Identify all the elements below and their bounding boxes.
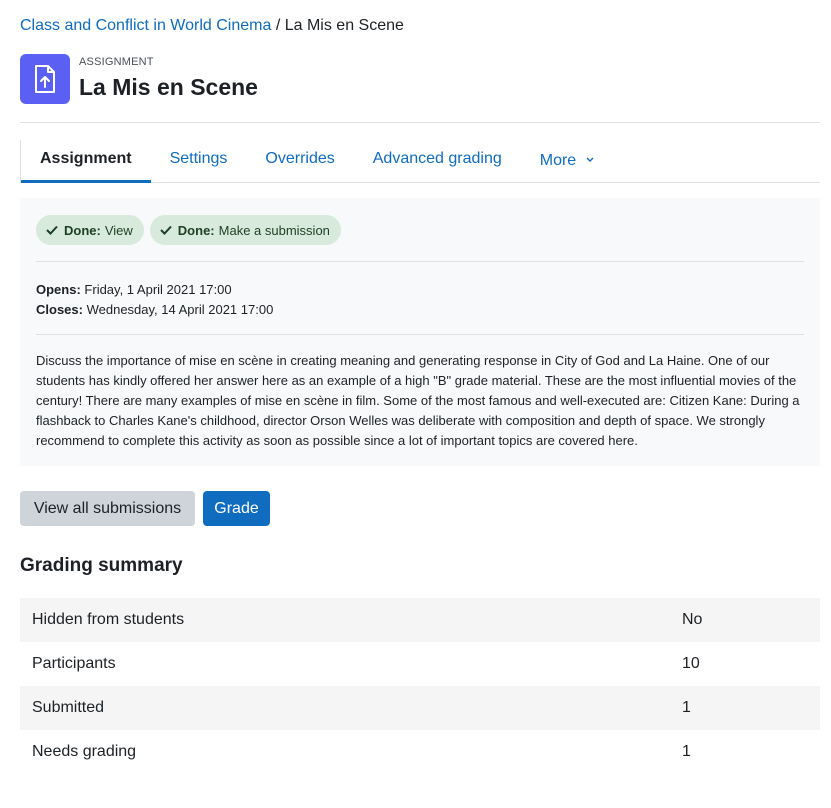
row-value: No <box>682 611 703 628</box>
tab-label: Settings <box>169 150 228 167</box>
closes-value: Wednesday, 14 April 2021 17:00 <box>86 302 274 317</box>
tab-assignment[interactable]: Assignment <box>20 140 151 183</box>
header-divider <box>20 122 820 123</box>
activity-dates: Opens: Friday, 1 April 2021 17:00 Closes… <box>36 280 273 320</box>
completion-badge-submission: Done: Make a submission <box>149 215 341 245</box>
table-row: Needs grading 1 <box>20 730 820 774</box>
page-header: ASSIGNMENT La Mis en Scene <box>79 56 258 102</box>
table-row: Hidden from students No <box>20 598 820 642</box>
closes-date: Closes: Wednesday, 14 April 2021 17:00 <box>36 300 273 320</box>
row-value: 10 <box>682 655 700 672</box>
completion-badge-view: Done: View <box>36 215 144 245</box>
tab-overrides[interactable]: Overrides <box>246 140 353 182</box>
table-row: Participants 10 <box>20 642 820 686</box>
tab-settings[interactable]: Settings <box>151 140 247 182</box>
tab-more[interactable]: More <box>521 140 613 182</box>
row-value: 1 <box>682 699 691 716</box>
tab-advanced-grading[interactable]: Advanced grading <box>354 140 521 182</box>
page-title: La Mis en Scene <box>79 74 258 100</box>
assignment-upload-icon <box>20 54 70 104</box>
opens-value: Friday, 1 April 2021 17:00 <box>84 282 232 297</box>
tab-label: Assignment <box>40 150 132 167</box>
activity-type-label: ASSIGNMENT <box>79 56 154 68</box>
tab-label: Advanced grading <box>372 150 502 167</box>
chevron-down-icon <box>586 149 594 169</box>
secondary-navigation: Assignment Settings Overrides Advanced g… <box>20 140 820 183</box>
completion-label: Done: <box>64 222 101 238</box>
table-row: Submitted 1 <box>20 686 820 730</box>
activity-information: Done: View Done: Make a submission Opens… <box>20 198 820 466</box>
row-label: Needs grading <box>32 743 137 760</box>
check-icon <box>160 225 172 235</box>
completion-text: View <box>104 222 133 238</box>
assignment-description: Discuss the importance of mise en scène … <box>36 353 800 448</box>
opens-label: Opens: <box>36 282 81 297</box>
breadcrumb-current: La Mis en Scene <box>284 17 404 34</box>
row-label: Participants <box>32 655 116 672</box>
divider <box>36 261 804 262</box>
row-label: Hidden from students <box>32 611 185 628</box>
tab-label: Overrides <box>265 150 335 167</box>
view-all-submissions-button[interactable]: View all submissions <box>20 491 195 526</box>
opens-date: Opens: Friday, 1 April 2021 17:00 <box>36 280 273 300</box>
breadcrumb: Class and Conflict in World Cinema / La … <box>20 16 404 36</box>
check-icon <box>46 225 58 235</box>
breadcrumb-separator: / <box>275 17 281 34</box>
completion-text: Make a submission <box>218 222 330 238</box>
grade-button[interactable]: Grade <box>203 491 270 526</box>
closes-label: Closes: <box>36 302 83 317</box>
grading-summary-title: Grading summary <box>20 555 183 576</box>
completion-label: Done: <box>177 222 215 238</box>
breadcrumb-course-link[interactable]: Class and Conflict in World Cinema <box>20 17 271 34</box>
grading-summary-table: Hidden from students No Participants 10 … <box>20 598 820 774</box>
completion-conditions: Done: View Done: Make a submission <box>36 215 341 245</box>
tab-label: More <box>539 152 577 169</box>
divider <box>36 334 804 335</box>
row-value: 1 <box>682 743 691 760</box>
row-label: Submitted <box>32 699 105 716</box>
